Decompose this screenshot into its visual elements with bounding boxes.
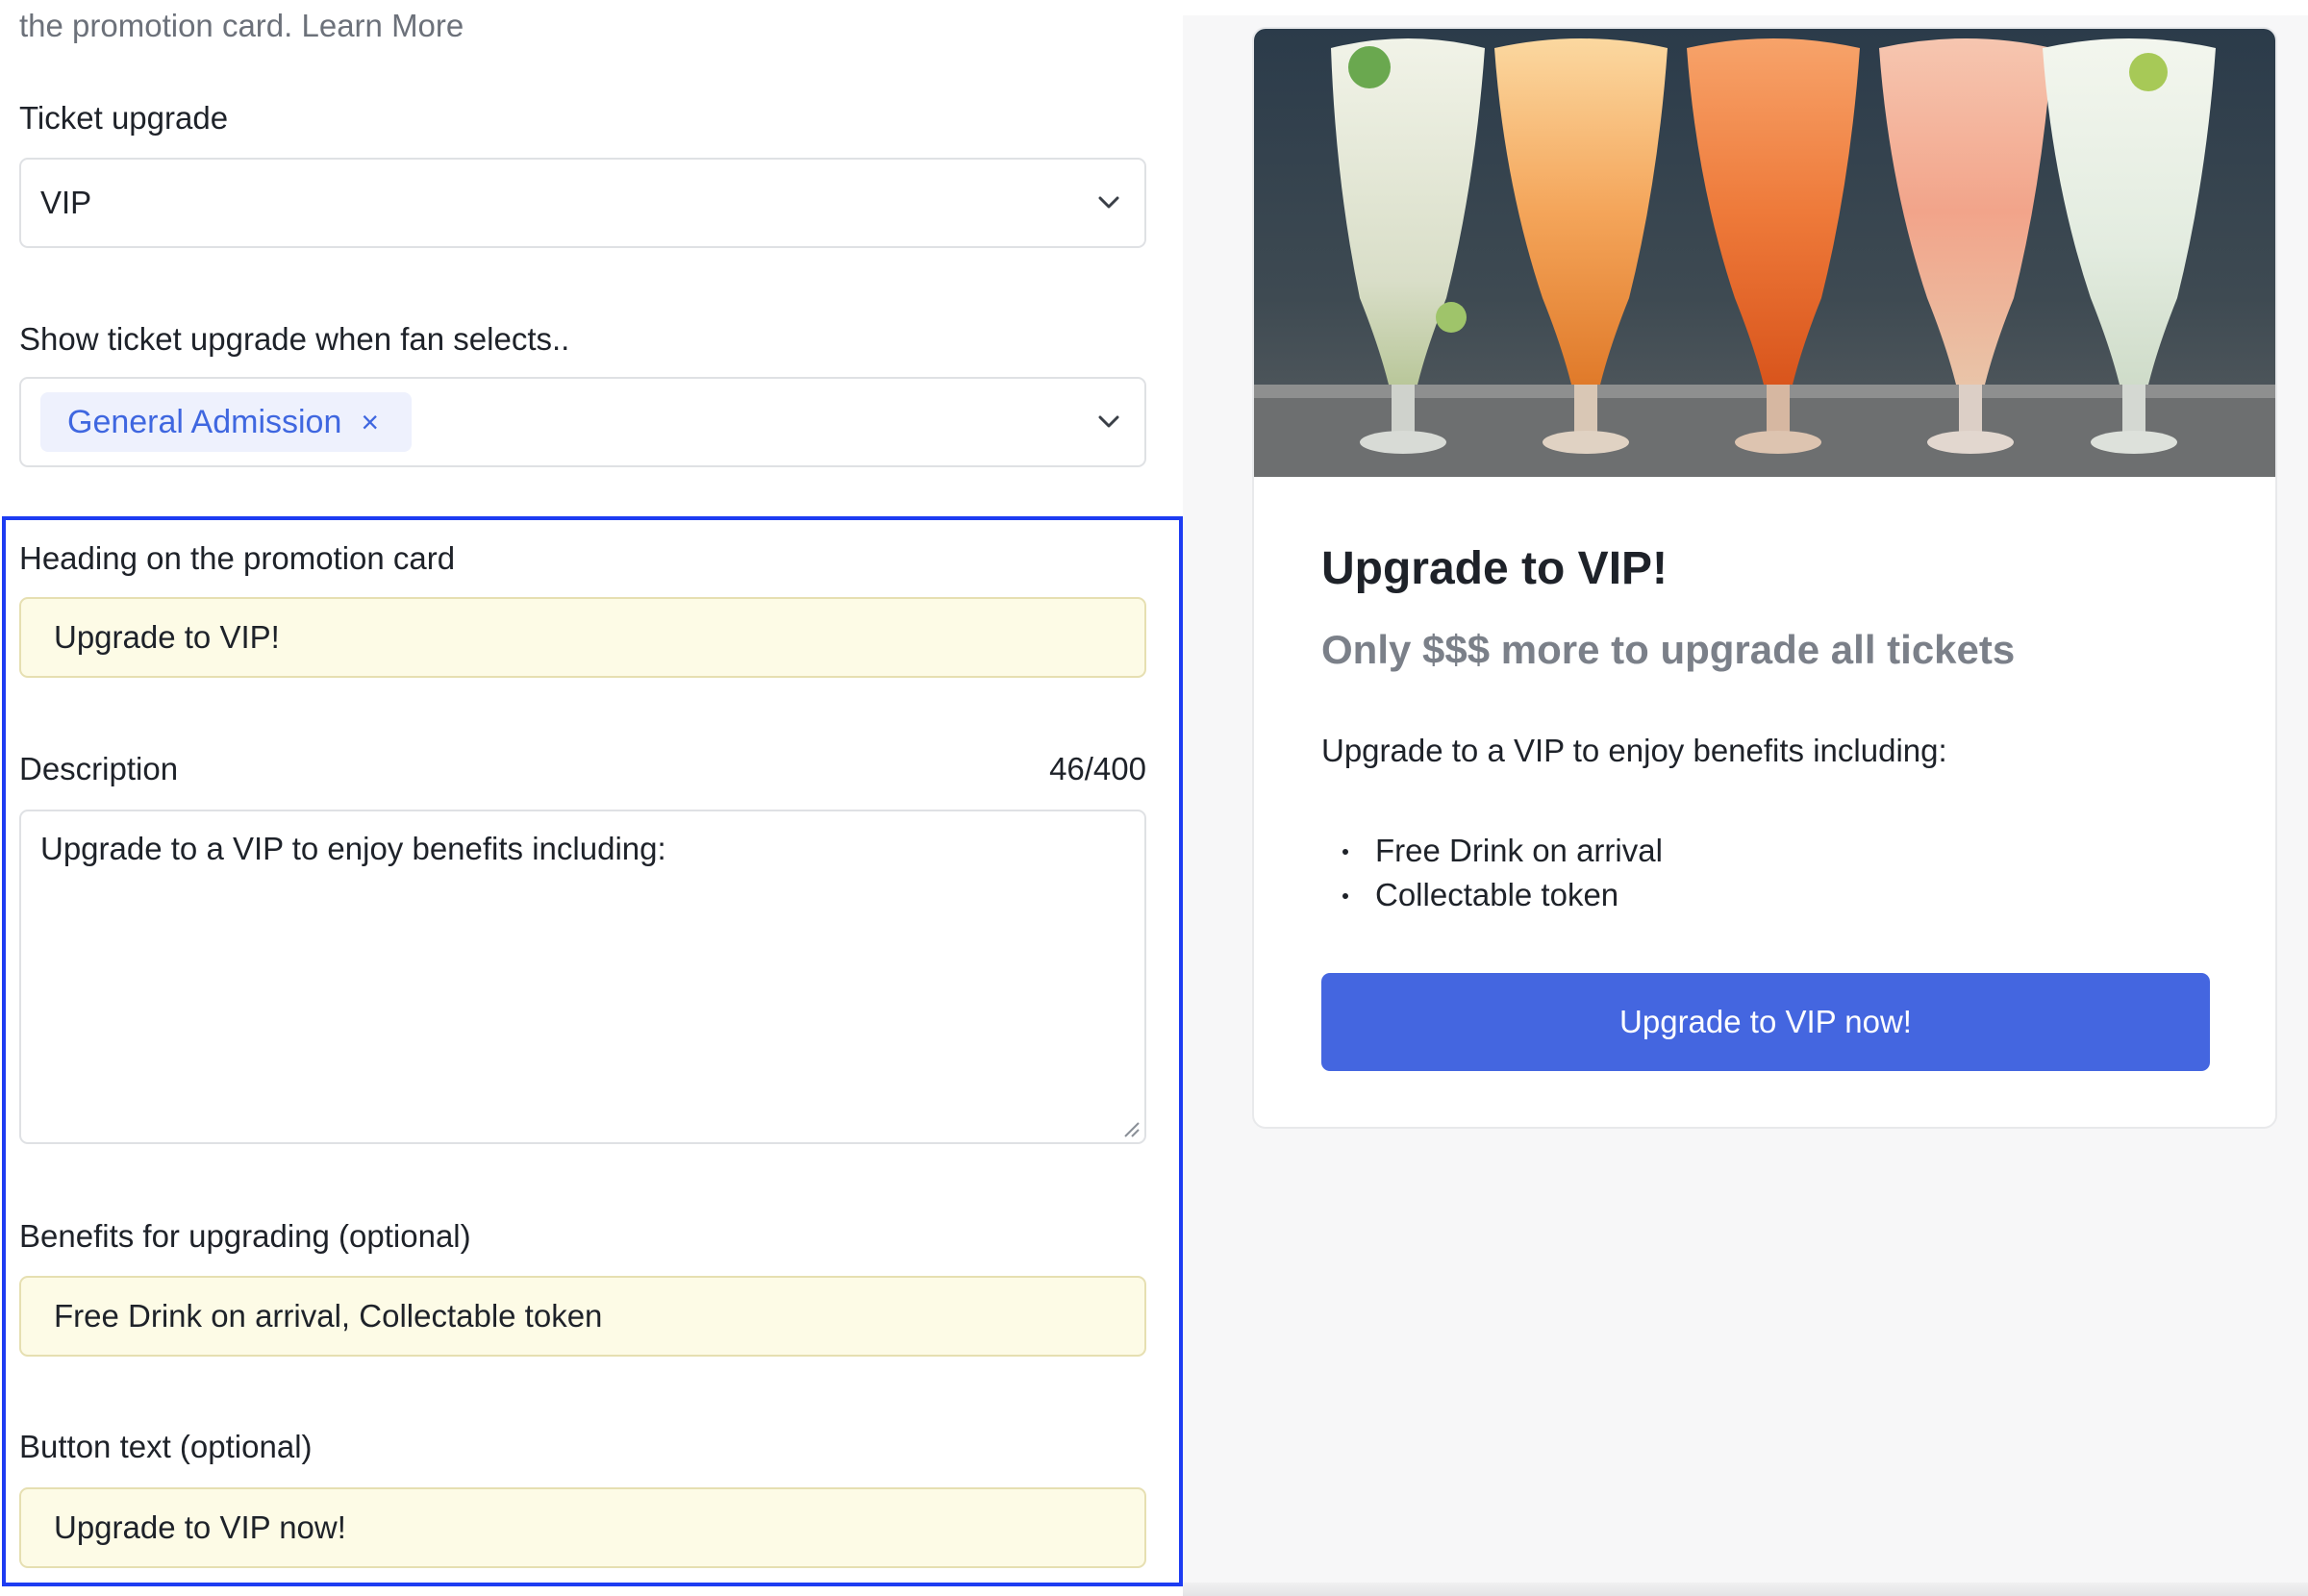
list-item: Free Drink on arrival [1321,829,1663,873]
cocktail-glasses-photo [1254,29,2275,477]
resize-handle-icon[interactable] [1121,1119,1141,1138]
benefits-input[interactable]: Free Drink on arrival, Collectable token [19,1276,1146,1357]
learn-more-link[interactable]: Learn More [302,8,464,43]
general-admission-chip: General Admission × [40,392,413,452]
chip-label: General Admission [67,403,342,440]
description-label: Description [19,751,179,786]
benefits-list: Free Drink on arrival Collectable token [1321,829,1663,917]
button-text-input[interactable]: Upgrade to VIP now! [19,1487,1146,1568]
heading-label: Heading on the promotion card [19,540,456,576]
chevron-down-icon [1098,196,1119,209]
intro-text: the promotion card. Learn More [19,8,464,44]
upgrade-to-vip-button[interactable]: Upgrade to VIP now! [1321,973,2210,1071]
fan-selection-multiselect[interactable]: General Admission × [19,377,1146,467]
promotion-form: the promotion card. Learn More Ticket up… [0,0,1183,1596]
ticket-upgrade-value: VIP [40,185,92,220]
promotion-card-preview-pane: Upgrade to VIP! Only $$$ more to upgrade… [1183,15,2308,1596]
description-text: Upgrade to a VIP to enjoy benefits inclu… [40,831,666,866]
benefits-label: Benefits for upgrading (optional) [19,1218,471,1254]
list-item: Collectable token [1321,873,1663,917]
intro-text-body: the promotion card. [19,8,293,43]
preview-bottom-edge [1183,1583,2308,1596]
description-textarea[interactable]: Upgrade to a VIP to enjoy benefits inclu… [19,810,1146,1144]
description-char-counter: 46/400 [1049,751,1146,786]
promotion-card: Upgrade to VIP! Only $$$ more to upgrade… [1252,27,2277,1129]
button-text-label: Button text (optional) [19,1429,313,1464]
promotion-card-description: Upgrade to a VIP to enjoy benefits inclu… [1321,733,1947,768]
promotion-card-title: Upgrade to VIP! [1321,543,1668,594]
heading-input[interactable]: Upgrade to VIP! [19,597,1146,678]
chevron-down-icon [1098,415,1119,428]
ticket-upgrade-select[interactable]: VIP [19,158,1146,248]
chip-remove-icon[interactable]: × [361,407,379,437]
promotion-card-subtitle: Only $$$ more to upgrade all tickets [1321,627,2016,672]
ticket-upgrade-label: Ticket upgrade [19,100,229,136]
show-when-label: Show ticket upgrade when fan selects.. [19,321,570,357]
